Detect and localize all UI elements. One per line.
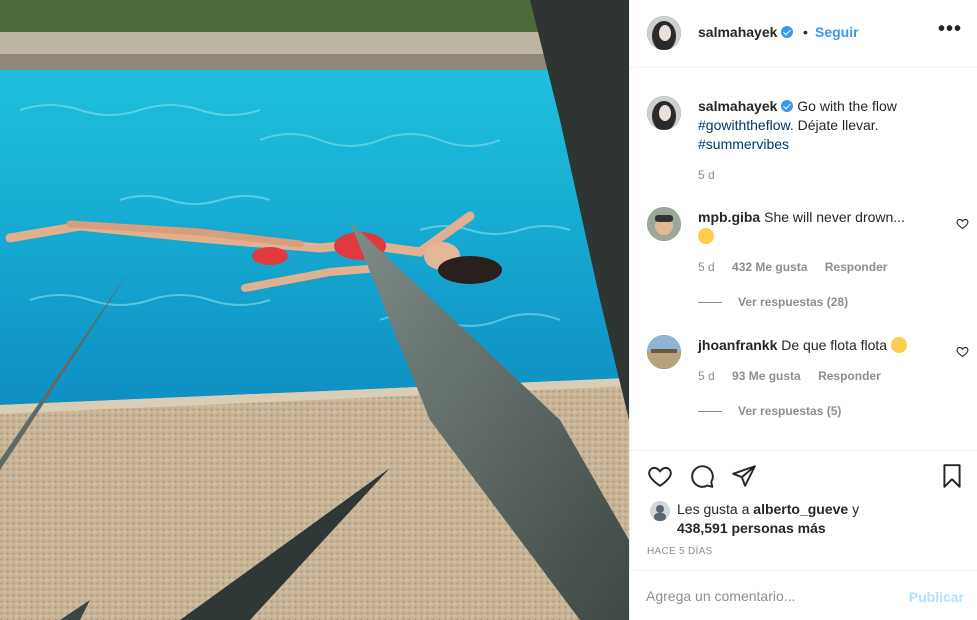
caption-avatar[interactable]	[647, 96, 681, 130]
comment-meta: 5 d 432 Me gusta Responder	[698, 260, 901, 274]
caption-time: 5 d	[698, 168, 715, 182]
caption-text: salmahayek Go with the flow #gowiththefl…	[698, 97, 938, 154]
author-username-text[interactable]: salmahayek	[698, 24, 777, 40]
add-comment-bar: Publicar	[630, 570, 977, 620]
comment-text: jhoanfrankk De que flota flota	[698, 336, 958, 355]
share-icon[interactable]	[731, 463, 757, 489]
likes-prefix: Les gusta a	[677, 501, 754, 517]
comment-like-heart-icon[interactable]	[956, 217, 969, 230]
comment-text: mpb.giba She will never drown...	[698, 208, 938, 246]
post-timestamp[interactable]: HACE 5 DÍAS	[647, 546, 713, 557]
author-avatar[interactable]	[647, 16, 681, 50]
reply-button[interactable]: Responder	[818, 369, 881, 383]
view-replies-button[interactable]: Ver respuestas (5)	[698, 404, 841, 418]
commenter-avatar[interactable]	[647, 207, 681, 241]
comment-input[interactable]	[646, 585, 896, 607]
commenter-avatar[interactable]	[647, 335, 681, 369]
liker-username[interactable]: alberto_gueve	[753, 501, 848, 517]
more-options-icon[interactable]: •••	[938, 18, 962, 41]
comment-like-heart-icon[interactable]	[956, 345, 969, 358]
header-separator: •	[803, 24, 808, 40]
commenter-username[interactable]: jhoanfrankk	[698, 337, 777, 353]
pool-photo	[0, 0, 629, 620]
likes-suffix: y	[848, 501, 860, 517]
caption-body-2: . Déjate llevar.	[789, 117, 879, 133]
heart-icon[interactable]	[647, 463, 673, 489]
comment-body: De que flota flota	[781, 337, 888, 353]
comment-meta: 5 d 93 Me gusta Responder	[698, 369, 895, 383]
view-replies-button[interactable]: Ver respuestas (28)	[698, 295, 848, 309]
comment-time: 5 d	[698, 369, 715, 383]
hashtag-link[interactable]: #gowiththeflow	[698, 117, 790, 133]
smiling-emoji-icon	[891, 337, 908, 353]
comment-body: She will never drown...	[764, 209, 905, 225]
verified-badge-icon	[781, 100, 794, 112]
comment-likes-count[interactable]: 432 Me gusta	[732, 260, 807, 274]
post-header: salmahayek • Seguir •••	[630, 0, 977, 68]
comment-icon[interactable]	[689, 463, 715, 489]
liker-avatar	[650, 501, 670, 521]
comment-likes-count[interactable]: 93 Me gusta	[732, 369, 801, 383]
comments-list[interactable]: salmahayek Go with the flow #gowiththefl…	[630, 69, 977, 449]
caption-body: Go with the flow	[797, 98, 897, 114]
publish-button[interactable]: Publicar	[909, 589, 964, 605]
bookmark-icon[interactable]	[939, 463, 965, 489]
post-panel: salmahayek • Seguir ••• salmahayek Go wi…	[629, 0, 977, 620]
follow-button[interactable]: Seguir	[815, 24, 859, 40]
likes-count[interactable]: 438,591 personas más	[677, 520, 826, 536]
likes-summary[interactable]: Les gusta a alberto_gueve y 438,591 pers…	[650, 500, 860, 538]
caption-username[interactable]: salmahayek	[698, 98, 777, 114]
comment-time: 5 d	[698, 260, 715, 274]
post-image[interactable]	[0, 0, 629, 620]
author-username[interactable]: salmahayek	[698, 24, 794, 40]
reply-button[interactable]: Responder	[825, 260, 888, 274]
verified-badge-icon	[781, 26, 794, 38]
laughing-emoji-icon	[698, 228, 714, 244]
hashtag-link[interactable]: #summervibes	[698, 136, 789, 152]
commenter-username[interactable]: mpb.giba	[698, 209, 760, 225]
post-actions: Les gusta a alberto_gueve y 438,591 pers…	[630, 450, 977, 570]
